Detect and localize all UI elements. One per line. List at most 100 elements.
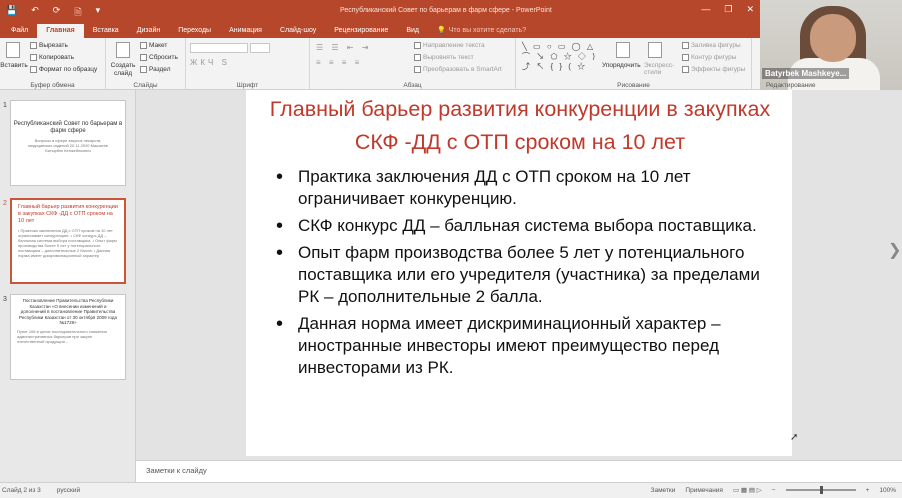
section-button[interactable]: Раздел (140, 66, 170, 73)
zoom-in-icon[interactable]: + (866, 487, 870, 494)
arrange-button[interactable]: Упорядочить (602, 62, 641, 69)
mouse-cursor-icon: ➚ (790, 432, 799, 443)
shapes-row: ⌒ ↘ ⬠ ☆ ◇ ⟩ (522, 52, 598, 61)
zoom-slider[interactable] (785, 486, 856, 494)
slide-bullet-list[interactable]: Практика заключения ДД с ОТП сроком на 1… (276, 166, 776, 384)
layout-label: Макет (149, 42, 168, 49)
tab-review[interactable]: Рецензирование (325, 24, 397, 38)
window-title: Республиканский Совет по барьерам в фарм… (340, 7, 552, 14)
thumbnail-title: Постановление Правительства Республики К… (19, 298, 117, 325)
tab-insert[interactable]: Вставка (84, 24, 128, 38)
notes-toggle-button[interactable]: Заметки (651, 487, 676, 494)
font-size-select[interactable] (250, 43, 270, 53)
slide-thumbnail-3[interactable]: Постановление Правительства Республики К… (10, 294, 126, 380)
ribbon: Вставить Вырезать Копировать Формат по о… (0, 38, 760, 90)
font-name-select[interactable] (190, 43, 248, 53)
new-slide-icon[interactable] (116, 42, 130, 58)
shape-outline-button[interactable]: Контур фигуры (682, 54, 736, 61)
text-direction-label: Направление текста (423, 42, 485, 49)
bullet-item: Данная норма имеет дискриминационный хар… (276, 313, 776, 379)
scissors-icon (30, 42, 37, 49)
participant-face (810, 14, 856, 62)
format-painter-button[interactable]: Формат по образцу (30, 66, 97, 73)
zoom-out-icon[interactable]: − (772, 487, 776, 494)
shape-effects-button[interactable]: Эффекты фигуры (682, 66, 745, 73)
align-text-icon (414, 54, 421, 61)
arrange-icon[interactable] (616, 42, 630, 58)
paste-button[interactable]: Вставить (0, 62, 28, 69)
paste-icon[interactable] (6, 42, 20, 58)
quick-access-toolbar: 💾 ↶ ⟳ 🗎 ▾ (6, 5, 100, 21)
undo-icon[interactable]: ↶ (31, 5, 39, 21)
paragraph-group: ☰ ☰ ⇤ ⇥ ≡ ≡ ≡ ≡ Направление текста Выров… (310, 38, 516, 90)
slide-thumbnail-pane: 1 Республиканский Совет по барьерам в фа… (0, 90, 136, 482)
slide-thumbnail-1[interactable]: Республиканский Совет по барьерам в фарм… (10, 100, 126, 186)
redo-icon[interactable]: ⟳ (53, 5, 61, 21)
paragraph-group-label: Абзац (403, 82, 422, 89)
slides-group-label: Слайды (133, 82, 158, 89)
tab-design[interactable]: Дизайн (128, 24, 170, 38)
tell-me-box[interactable]: 💡 Что вы хотите сделать? (428, 24, 535, 38)
shape-outline-label: Контур фигуры (691, 54, 737, 61)
tab-slideshow[interactable]: Слайд-шоу (271, 24, 325, 38)
customize-qat-icon[interactable]: ▾ (96, 5, 101, 21)
current-slide[interactable]: Главный барьер развития конкуренции в за… (246, 90, 798, 456)
bullet-item: Практика заключения ДД с ОТП сроком на 1… (276, 166, 776, 210)
text-direction-button[interactable]: Направление текста (414, 42, 485, 49)
slide-title[interactable]: Главный барьер развития конкуренции в за… (262, 93, 778, 159)
view-buttons[interactable]: ▭ ▦ ▤ ▷ (733, 486, 762, 494)
tab-view[interactable]: Вид (397, 24, 428, 38)
close-icon[interactable]: ✕ (746, 4, 754, 15)
quick-styles-icon[interactable] (648, 42, 662, 58)
thumbnail-body: Вопросы в сфере закупок лекарств, медици… (28, 138, 108, 153)
tab-animations[interactable]: Анимация (220, 24, 271, 38)
slide-editing-area: Главный барьер развития конкуренции в за… (136, 90, 902, 460)
reset-button[interactable]: Сбросить (140, 54, 178, 61)
copy-label: Копировать (39, 54, 74, 61)
section-label: Раздел (149, 66, 171, 73)
cut-button[interactable]: Вырезать (30, 42, 68, 49)
save-icon[interactable]: 💾 (6, 5, 17, 21)
list-buttons[interactable]: ☰ ☰ ⇤ ⇥ (316, 43, 371, 52)
effects-icon (682, 66, 689, 73)
new-slide-button[interactable]: Создать слайд (108, 62, 138, 78)
align-text-button[interactable]: Выровнять текст (414, 54, 474, 61)
font-format-buttons[interactable]: ЖКЧ S (190, 58, 230, 67)
font-group-label: Шрифт (236, 82, 259, 89)
reset-icon (140, 54, 147, 61)
thumbnail-body: Пункт 106 в целях последовательного сниж… (17, 328, 107, 344)
tab-home[interactable]: Главная (37, 24, 84, 38)
comments-toggle-button[interactable]: Примечания (685, 487, 723, 494)
section-icon (140, 66, 147, 73)
shapes-gallery[interactable]: ╲ ▭ ○ ▭ ◯ △ ⌒ ↘ ⬠ ☆ ◇ ⟩ ⤴ ↖ { } ( ☆ (522, 42, 597, 72)
shape-effects-label: Эффекты фигуры (691, 66, 746, 73)
align-buttons[interactable]: ≡ ≡ ≡ ≡ (316, 58, 362, 67)
chevron-right-icon[interactable]: ❯ (888, 240, 901, 260)
slide-counter: Слайд 2 из 3 (2, 487, 41, 494)
zoom-level[interactable]: 100% (879, 487, 896, 494)
copy-button[interactable]: Копировать (30, 54, 74, 61)
paint-bucket-icon (682, 42, 689, 49)
language-indicator[interactable]: русский (57, 487, 80, 494)
tab-transitions[interactable]: Переходы (169, 24, 220, 38)
smartart-button[interactable]: Преобразовать в SmartArt (414, 66, 502, 73)
window-controls: — ❐ ✕ (701, 4, 754, 15)
maximize-icon[interactable]: ❐ (724, 4, 732, 15)
layout-button[interactable]: Макет (140, 42, 167, 49)
font-group: ЖКЧ S Шрифт (186, 38, 310, 90)
status-bar: Слайд 2 из 3 русский Заметки Примечания … (0, 482, 902, 498)
tab-file[interactable]: Файл (2, 24, 37, 38)
notes-pane[interactable]: Заметки к слайду (136, 460, 902, 482)
slide-thumbnail-2[interactable]: Главный барьер развития конкуренции в за… (10, 198, 126, 284)
quick-styles-button[interactable]: Экспресс-стили (644, 62, 680, 76)
smartart-label: Преобразовать в SmartArt (423, 66, 502, 73)
minimize-icon[interactable]: — (701, 4, 710, 15)
ribbon-tabs: Файл Главная Вставка Дизайн Переходы Ани… (0, 22, 760, 38)
shape-fill-button[interactable]: Заливка фигуры (682, 42, 741, 49)
align-text-label: Выровнять текст (423, 54, 474, 61)
thumbnail-number: 1 (3, 102, 7, 109)
format-painter-label: Формат по образцу (39, 66, 98, 73)
slideshow-start-icon[interactable]: 🗎 (74, 5, 81, 21)
thumbnail-title: Главный барьер развития конкуренции в за… (18, 204, 118, 224)
text-direction-icon (414, 42, 421, 49)
